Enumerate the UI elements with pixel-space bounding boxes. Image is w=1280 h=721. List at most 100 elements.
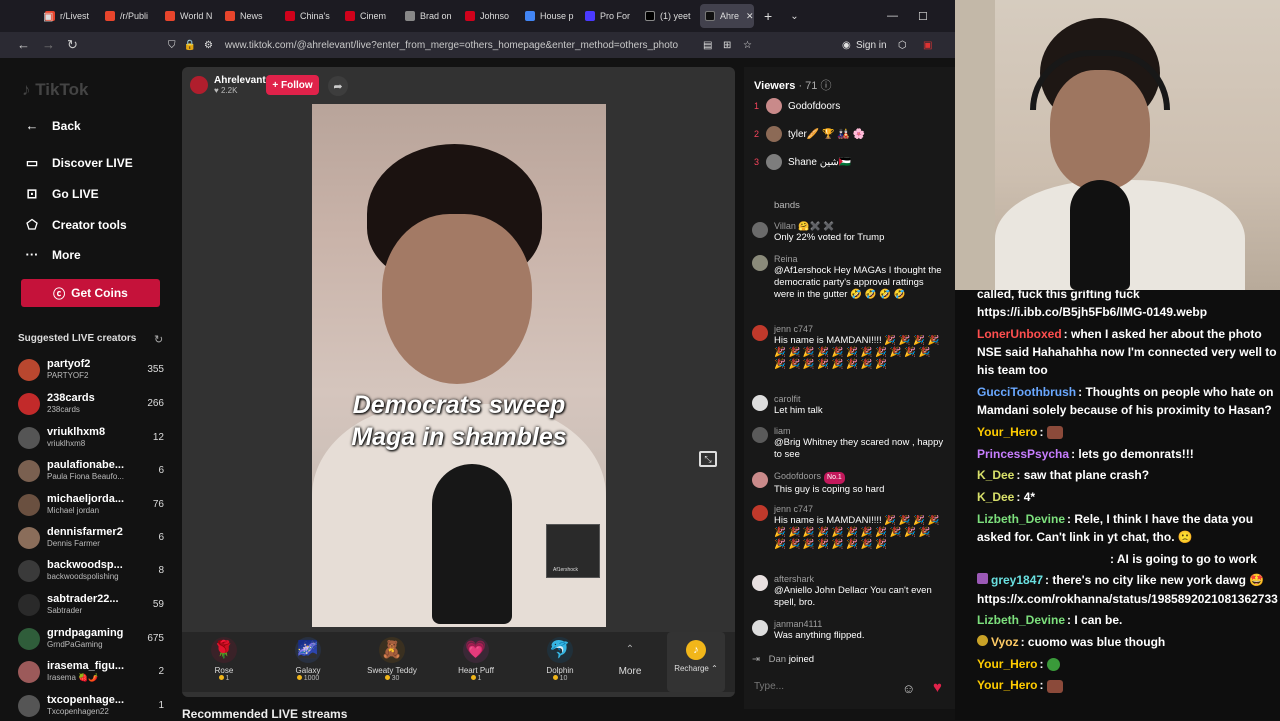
creator-item[interactable]: partyof2 PARTYOF2 355 — [18, 356, 168, 384]
bookmark-star-icon[interactable]: ☆ — [743, 40, 752, 51]
avatar[interactable] — [752, 575, 768, 591]
forward-arrow-icon[interactable]: → — [42, 37, 55, 52]
address-bar[interactable]: ⛉ 🔒 ⚙ www.tiktok.com/@ahrelevant/live?en… — [160, 34, 760, 56]
avatar[interactable] — [752, 325, 768, 341]
browser-tab[interactable]: (1) yeet — [640, 4, 700, 28]
extensions-icon[interactable]: ⬡ — [898, 40, 907, 51]
extension-badge-icon[interactable]: ▣ — [923, 40, 932, 51]
browser-tab[interactable]: Cinem — [340, 4, 400, 28]
reader-view-icon[interactable]: ▤ — [703, 40, 712, 51]
browser-tab[interactable]: Pro For — [580, 4, 640, 28]
creator-item[interactable]: sabtrader22... Sabtrader 59 — [18, 591, 168, 619]
creator-item[interactable]: irasema_figu... Irasema 🍓🌶️ 2 — [18, 658, 168, 686]
browser-tab[interactable]: /r/Publi — [100, 4, 160, 28]
stream-chat-line: K_Dee: saw that plane crash? — [977, 468, 1150, 483]
browser-tab-active[interactable]: Ahre ✕ — [700, 4, 754, 28]
gift-item[interactable]: 🧸 Sweaty Teddy 30 — [362, 637, 422, 682]
nav-go-live[interactable]: ⊡ Go LIVE — [24, 186, 99, 202]
new-tab-icon[interactable]: + — [764, 8, 772, 24]
maximize-icon[interactable]: ☐ — [918, 10, 928, 23]
tab-list-icon[interactable]: ⌄ — [790, 11, 798, 22]
avatar[interactable] — [752, 427, 768, 443]
get-coins-button[interactable]: ⓒ Get Coins — [21, 279, 160, 307]
creator-item[interactable]: michaeljorda... Michael jordan 76 — [18, 491, 168, 519]
live-video[interactable]: Democrats sweep Maga in shambles Af1ersh… — [312, 104, 606, 627]
tab-favicon-icon — [105, 11, 115, 21]
top-viewer[interactable]: 3 Shane شين🇵🇸 — [754, 154, 851, 170]
tab-favicon-icon — [645, 11, 655, 21]
avatar[interactable] — [752, 505, 768, 521]
tab-overview-icon[interactable]: ▣ — [43, 10, 53, 23]
nav-creator-tools[interactable]: ⬠ Creator tools — [24, 217, 126, 233]
browser-tab-bar: r/Livest /r/Publi World N News China's C… — [0, 0, 955, 32]
avatar[interactable] — [752, 255, 768, 271]
account-icon: ◉ — [842, 39, 851, 51]
creator-item[interactable]: dennisfarmer2 Dennis Farmer 6 — [18, 524, 168, 552]
nav-more[interactable]: ··· More — [24, 247, 81, 262]
refresh-icon[interactable]: ↻ — [154, 333, 163, 346]
info-icon[interactable]: ⓘ — [820, 80, 831, 92]
gift-item[interactable]: 🐬 Dolphin 10 — [530, 637, 590, 682]
recharge-button[interactable]: ♪ Recharge ⌃ — [667, 632, 725, 692]
stream-chat-line: LonerUnboxed: when I asked her about the… — [977, 326, 1277, 378]
browser-tab[interactable]: House p — [520, 4, 580, 28]
creator-item[interactable]: vriuklhxm8 vriuklhxm8 12 — [18, 424, 168, 452]
creator-item[interactable]: grndpagaming GrndPaGaming 675 — [18, 625, 168, 653]
more-gifts-button[interactable]: ⌃ More — [600, 637, 660, 677]
avatar[interactable] — [752, 620, 768, 636]
nav-discover-live[interactable]: ▭ Discover LIVE — [24, 155, 133, 171]
creator-item[interactable]: txcopenhage... Txcopenhagen22 1 — [18, 692, 168, 720]
close-tab-icon[interactable]: ✕ — [746, 11, 754, 22]
viewers-panel: Viewers · 71 ⓘ 1 Godofdoors 2 tyler🥖 🏆 🎎 🌸… — [744, 67, 955, 709]
browser-tab[interactable]: Brad on — [400, 4, 460, 28]
gift-item[interactable]: 🌹 Rose 1 — [194, 637, 254, 682]
browser-tab[interactable]: Johnso — [460, 4, 520, 28]
host-info[interactable]: Ahrelevant ♥ 2.2K — [190, 75, 266, 95]
creator-item[interactable]: backwoodsp... backwoodspolishing 8 — [18, 557, 168, 585]
screenshot-icon[interactable]: ⊞ — [723, 40, 731, 51]
join-icon: ⇥ — [752, 654, 760, 665]
browser-tab[interactable]: China's — [280, 4, 340, 28]
avatar — [18, 560, 40, 582]
pip-guest[interactable]: Af1ershock — [546, 524, 600, 578]
creator-item[interactable]: paulafionabe... Paula Fiona Beaufo... 6 — [18, 457, 168, 485]
top-viewer[interactable]: 2 tyler🥖 🏆 🎎 🌸 — [754, 126, 865, 142]
avatar — [18, 427, 40, 449]
host-avatar — [190, 76, 208, 94]
avatar — [18, 393, 40, 415]
follow-button[interactable]: + Follow — [266, 75, 319, 95]
creator-item[interactable]: 238cards 238cards 266 — [18, 390, 168, 418]
share-icon[interactable]: ➦ — [328, 76, 348, 96]
browser-tab[interactable]: News — [220, 4, 280, 28]
chat-input[interactable]: Type... — [754, 681, 784, 692]
chat-message: Reina @Af1ershock Hey MAGAs I thought the… — [752, 253, 944, 301]
webcam-overlay — [955, 0, 1280, 290]
gift-item[interactable]: 💗 Heart Puff 1 — [446, 637, 506, 682]
chat-message: jenn c747 His name is MAMDANI!!!! 🎉 🎉 🎉 🎉… — [752, 503, 944, 563]
fullscreen-icon[interactable]: ⤡ — [699, 451, 717, 467]
rank-badge: No.1 — [824, 472, 845, 484]
url-text[interactable]: www.tiktok.com/@ahrelevant/live?enter_fr… — [225, 40, 678, 51]
heart-icon[interactable]: ♥ — [933, 679, 942, 696]
tab-favicon-icon — [465, 11, 475, 21]
nav-back[interactable]: ← Back — [24, 118, 81, 133]
emote-icon — [1046, 679, 1063, 693]
browser-toolbar: ← → ↻ ⛉ 🔒 ⚙ www.tiktok.com/@ahrelevant/l… — [0, 32, 955, 58]
back-arrow-icon[interactable]: ← — [17, 37, 30, 52]
gift-item[interactable]: 🌌 Galaxy 1000 — [278, 637, 338, 682]
top-viewer[interactable]: 1 Godofdoors — [754, 98, 840, 114]
minimize-icon[interactable]: — — [887, 10, 898, 22]
reload-icon[interactable]: ↻ — [67, 37, 78, 53]
avatar — [18, 628, 40, 650]
chat-message: aftershark @Aniello John Dellacr You can'… — [752, 573, 944, 609]
tiktok-logo[interactable]: ♪ TikTok — [22, 80, 88, 100]
avatar[interactable] — [752, 472, 768, 488]
browser-tab[interactable]: World N — [160, 4, 220, 28]
emoji-icon[interactable]: ☺ — [902, 681, 915, 696]
avatar — [18, 359, 40, 381]
avatar[interactable] — [752, 395, 768, 411]
sign-in-button[interactable]: Sign in — [856, 40, 887, 51]
gift-bar: 🌹 Rose 1 🌌 Galaxy 1000 🧸 Sweaty Teddy 30 💗 Hear… — [182, 632, 735, 692]
avatar[interactable] — [752, 222, 768, 238]
microphone-icon — [432, 464, 512, 624]
